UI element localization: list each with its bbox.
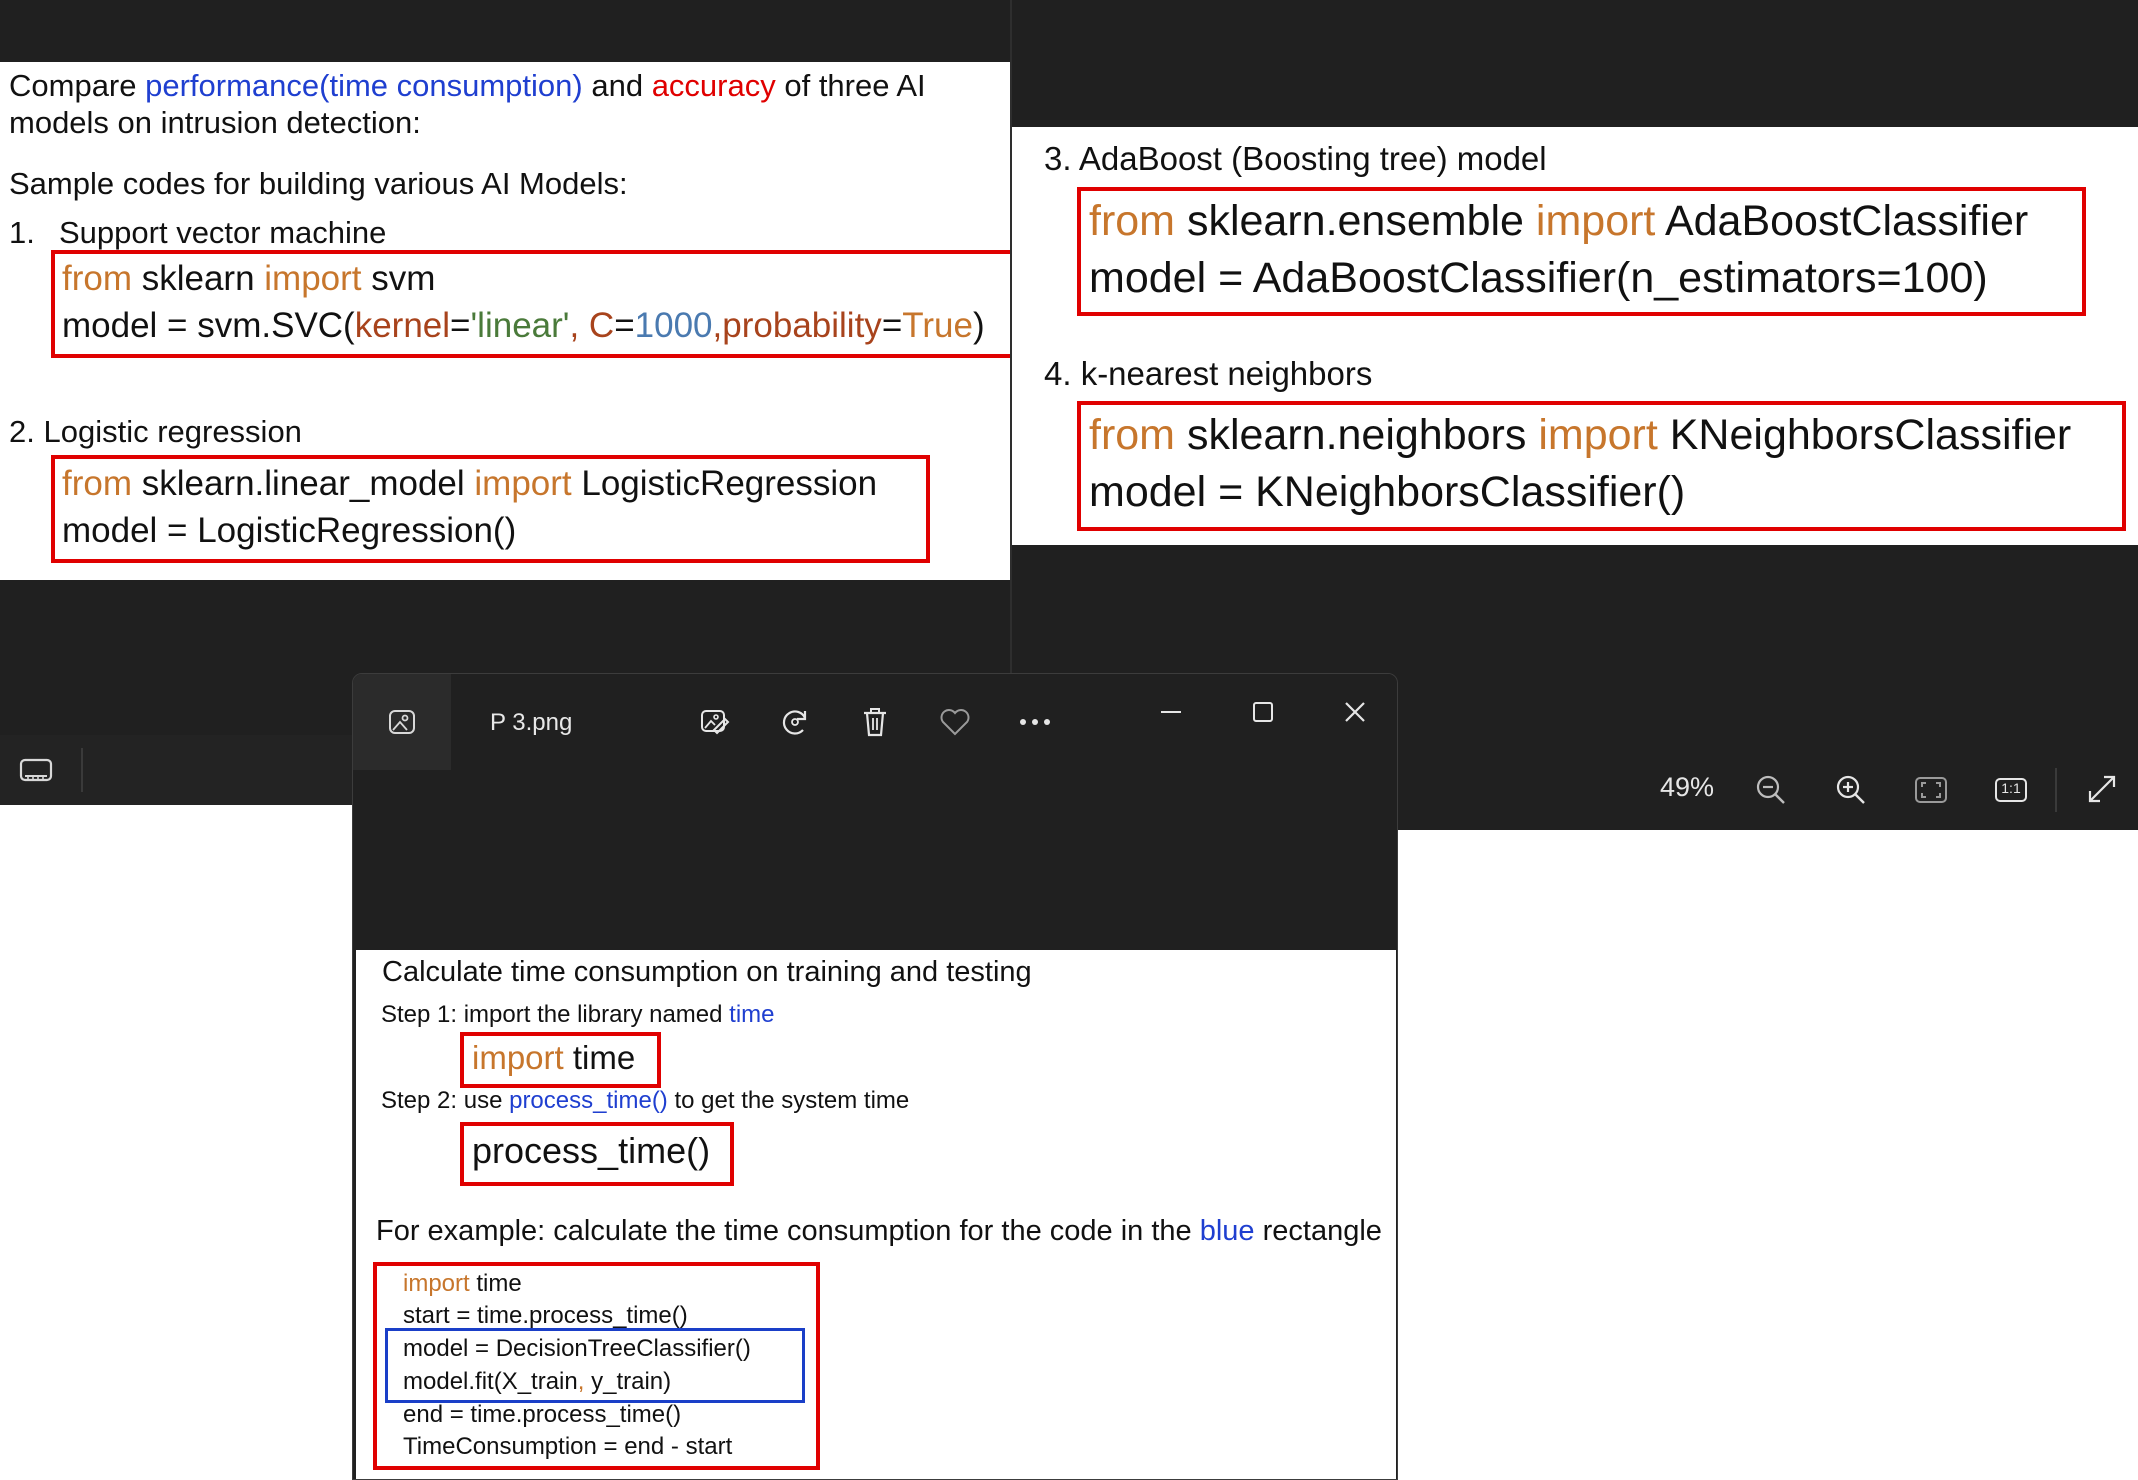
maximize-icon[interactable]: [1243, 694, 1283, 730]
filmstrip-icon[interactable]: [16, 755, 56, 787]
step2-text: Step 2: use process_time() to get the sy…: [381, 1087, 910, 1114]
code-line-start: start = time.process_time(): [403, 1302, 688, 1329]
bottom-slide: Calculate time consumption on training a…: [356, 950, 1396, 1479]
process-time-code: process_time(): [472, 1130, 711, 1171]
item4-title: 4. k-nearest neighbors: [1044, 355, 1373, 392]
right-slide: 3. AdaBoost (Boosting tree) model from s…: [1012, 127, 2138, 545]
knn-model-line: model = KNeighborsClassifier(): [1089, 468, 1686, 516]
delete-icon[interactable]: [855, 702, 895, 742]
fullscreen-icon[interactable]: [2083, 770, 2121, 808]
code-line-fit: model.fit(X_train, y_train): [403, 1368, 672, 1395]
edit-image-icon[interactable]: [695, 702, 735, 742]
item3-title: 3. AdaBoost (Boosting tree) model: [1044, 140, 1547, 177]
photos-app-icon[interactable]: [353, 674, 451, 770]
bottom-heading: Calculate time consumption on training a…: [382, 956, 1032, 988]
lr-import-line: from sklearn.linear_model import Logisti…: [62, 464, 878, 503]
photos-window: P 3.png Calculate time consumption on tr…: [352, 673, 1398, 1480]
intro-line-2: models on intrusion detection:: [9, 105, 421, 140]
item1-title: Support vector machine: [59, 215, 387, 250]
close-icon[interactable]: [1335, 694, 1375, 730]
sample-heading: Sample codes for building various AI Mod…: [9, 166, 628, 201]
favorite-icon[interactable]: [935, 702, 975, 742]
item2-title: 2. Logistic regression: [9, 414, 302, 449]
toolbar-separator: [81, 748, 83, 792]
ada-import-line: from sklearn.ensemble import AdaBoostCla…: [1089, 197, 2029, 245]
zoom-level[interactable]: 49%: [1660, 772, 1714, 803]
item1-number: 1.: [9, 215, 35, 250]
step1-text: Step 1: import the library named time: [381, 1001, 775, 1028]
code-line-model: model = DecisionTreeClassifier(): [403, 1335, 751, 1362]
intro-line-1: Compare performance(time consumption) an…: [9, 68, 926, 103]
svm-import-line: from sklearn import svm: [62, 259, 436, 298]
svm-model-line: model = svm.SVC(kernel='linear', C=1000,…: [62, 306, 985, 345]
right-viewer-canvas: [1398, 830, 2138, 1480]
ada-model-line: model = AdaBoostClassifier(n_estimators=…: [1089, 254, 1988, 302]
left-slide: Compare performance(time consumption) an…: [0, 62, 1010, 580]
fit-screen-icon[interactable]: [1912, 773, 1950, 807]
left-viewer-canvas: [0, 805, 352, 1480]
zoom-out-icon[interactable]: [1753, 772, 1789, 808]
knn-import-line: from sklearn.neighbors import KNeighbors…: [1089, 411, 2072, 459]
code-line-end: end = time.process_time(): [403, 1401, 682, 1428]
example-text: For example: calculate the time consumpt…: [376, 1215, 1382, 1247]
code-line-import: import time: [403, 1270, 522, 1297]
minimize-icon[interactable]: [1151, 694, 1191, 730]
rotate-icon[interactable]: [775, 702, 815, 742]
toolbar-separator-right: [2055, 768, 2057, 812]
actual-size-label: 1:1: [2001, 780, 2021, 796]
import-time-code: import time: [472, 1039, 636, 1076]
lr-model-line: model = LogisticRegression(): [62, 511, 517, 550]
window-title: P 3.png: [490, 709, 573, 736]
more-icon[interactable]: [1015, 702, 1055, 742]
code-line-timeconsumption: TimeConsumption = end - start: [403, 1433, 733, 1460]
actual-size-button[interactable]: 1:1: [1992, 773, 2030, 807]
zoom-in-icon[interactable]: [1833, 772, 1869, 808]
